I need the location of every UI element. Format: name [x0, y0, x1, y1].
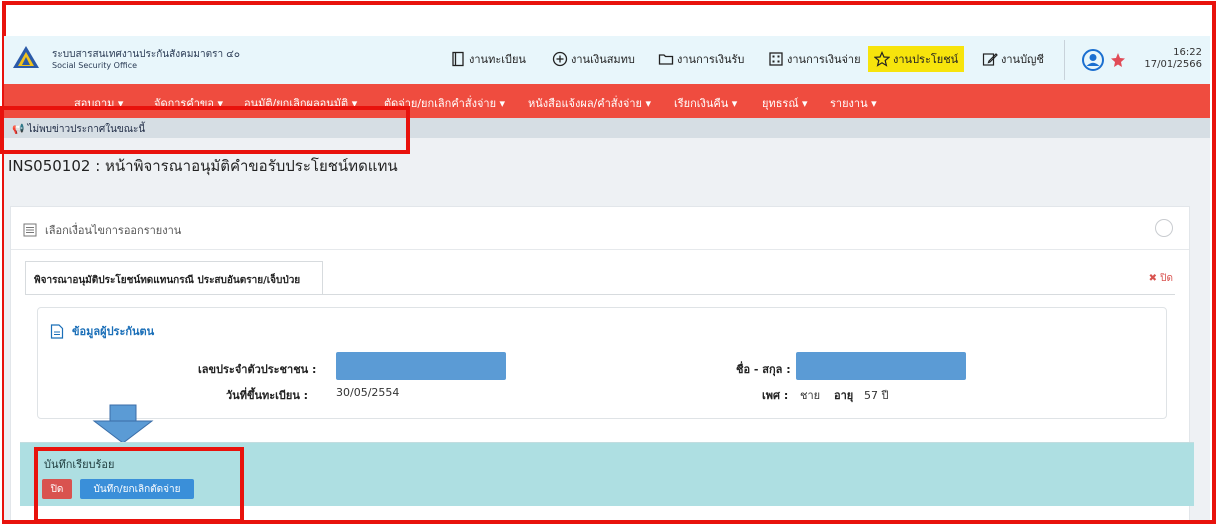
- title-highlight-box: [0, 106, 410, 154]
- age-value: 57 ปี: [864, 389, 889, 402]
- tab-divider: [25, 294, 1175, 295]
- clock-date: 17/01/2566: [1144, 59, 1202, 70]
- expand-icon[interactable]: [1155, 219, 1173, 237]
- annotation-arrow-icon: [92, 404, 154, 444]
- divider: [11, 249, 1189, 250]
- book-icon: [452, 51, 464, 67]
- panel-heading: เลือกเงื่อนไขการออกรายงาน: [23, 221, 181, 239]
- nav-label: งานบัญชี: [1001, 53, 1044, 66]
- panel-heading-text: เลือกเงื่อนไขการออกรายงาน: [45, 224, 182, 237]
- list-icon: [23, 223, 37, 237]
- star-icon: [874, 51, 890, 67]
- document-icon: [50, 323, 64, 339]
- registration-date-label: วันที่ขึ้นทะเบียน :: [226, 389, 309, 402]
- user-icon[interactable]: [1082, 49, 1104, 71]
- registration-date-value: 30/05/2554: [336, 386, 400, 399]
- full-name-masked: [796, 352, 966, 380]
- brand: ระบบสารสนเทศงานประกันสังคมมาตรา ๔๐ Socia…: [52, 49, 240, 71]
- nav-receipts[interactable]: งานการเงินรับ: [658, 46, 744, 72]
- citizen-id-label: เลขประจำตัวประชาชน :: [198, 363, 317, 376]
- gender-label: เพศ :: [762, 389, 789, 402]
- insured-info-card: ข้อมูลผู้ประกันตน เลขประจำตัวประชาชน : ช…: [37, 307, 1167, 419]
- plus-circle-icon: [552, 51, 568, 67]
- sso-logo-icon: [13, 46, 39, 68]
- alert-highlight-box: [34, 447, 244, 523]
- top-header: ระบบสารสนเทศงานประกันสังคมมาตรา ๔๐ Socia…: [4, 36, 1210, 84]
- nav-payments[interactable]: งานการเงินจ่าย: [768, 46, 861, 72]
- nav-label: งานการเงินรับ: [677, 53, 745, 66]
- clock: 16:22 17/01/2566: [1138, 47, 1202, 71]
- app-name: ระบบสารสนเทศงานประกันสังคมมาตรา ๔๐: [52, 49, 240, 60]
- folder-icon: [658, 54, 674, 65]
- citizen-id-masked: [336, 352, 506, 380]
- nav-accounting[interactable]: งานบัญชี: [982, 46, 1044, 72]
- edit-icon: [982, 53, 998, 66]
- info-card-title: ข้อมูลผู้ประกันตน: [72, 325, 155, 338]
- nav-benefits[interactable]: งานประโยชน์: [868, 46, 965, 72]
- app-subtitle: Social Security Office: [52, 61, 138, 70]
- calculator-icon: [769, 52, 783, 66]
- gender-value: ชาย: [800, 389, 821, 402]
- age-label: อายุ: [834, 389, 854, 402]
- submenu-refund[interactable]: เรียกเงินคืน ▾: [674, 94, 737, 112]
- submenu-appeal[interactable]: ยุทธรณ์ ▾: [762, 94, 808, 112]
- page-title: INS050102 : หน้าพิจารณาอนุมัติคำขอรับประ…: [8, 157, 398, 175]
- clock-time: 16:22: [1173, 47, 1202, 58]
- nav-label: งานเงินสมทบ: [571, 53, 635, 66]
- nav-label: งานประโยชน์: [893, 53, 959, 66]
- info-card-heading: ข้อมูลผู้ประกันตน: [50, 322, 154, 340]
- tab-close-button[interactable]: ✖ ปิด: [1149, 271, 1173, 286]
- notification-icon[interactable]: [1111, 52, 1125, 68]
- nav-registration[interactable]: งานทะเบียน: [450, 46, 526, 72]
- header-divider: [1064, 40, 1065, 80]
- nav-label: งานทะเบียน: [469, 53, 526, 66]
- submenu-reports[interactable]: รายงาน ▾: [830, 94, 877, 112]
- submenu-notices[interactable]: หนังสือแจ้งผล/คำสั่งจ่าย ▾: [528, 94, 651, 112]
- nav-label: งานการเงินจ่าย: [787, 53, 861, 66]
- nav-contribution[interactable]: งานเงินสมทบ: [552, 46, 635, 72]
- full-name-label: ชื่อ - สกุล :: [736, 363, 791, 376]
- tab-injury-illness[interactable]: พิจารณาอนุมัติประโยชน์ทดแทนกรณี ประสบอัน…: [25, 261, 323, 295]
